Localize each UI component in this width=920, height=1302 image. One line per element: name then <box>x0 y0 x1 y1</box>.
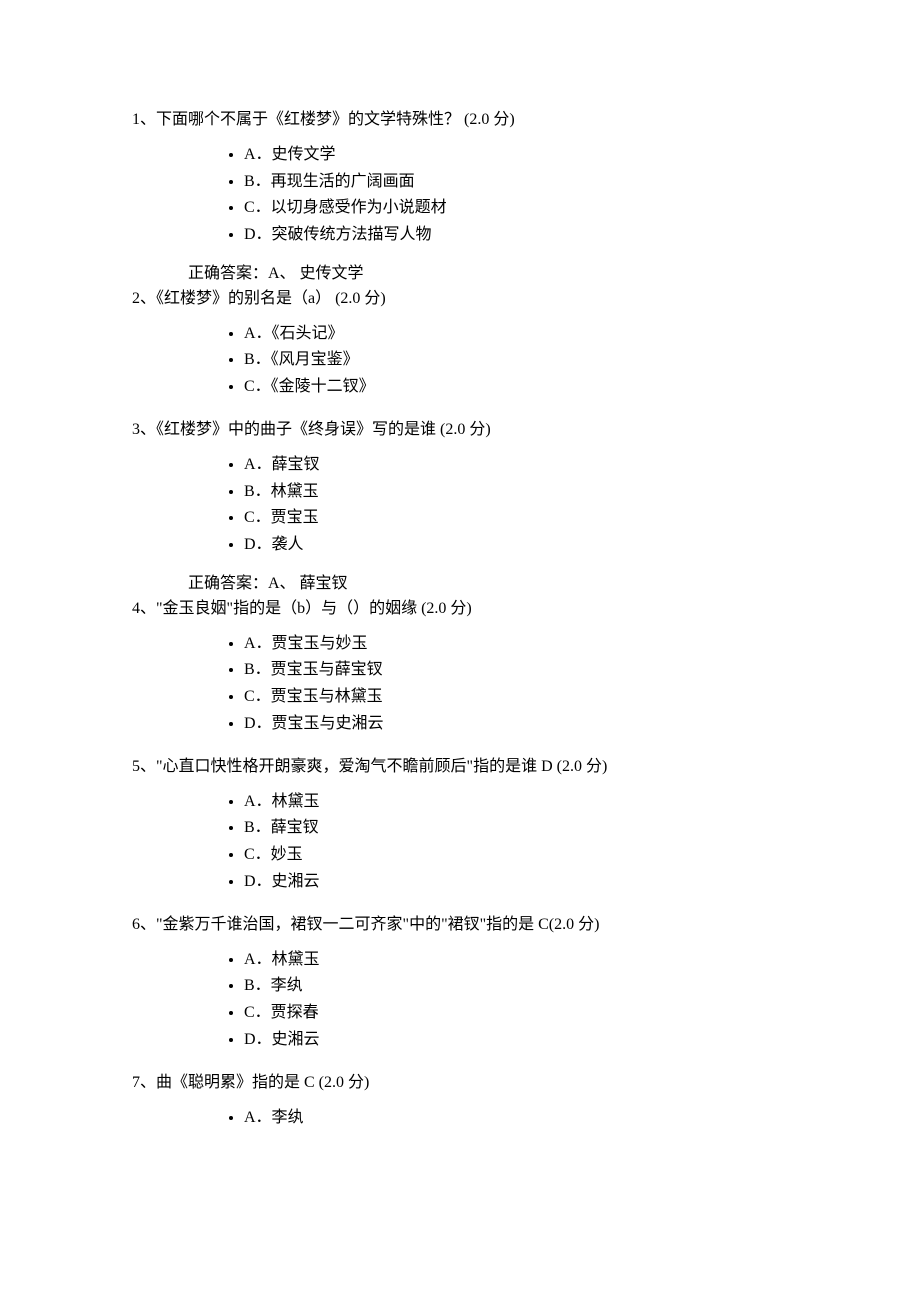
question-stem: 4、"金玉良姻"指的是（b）与（）的姻缘 (2.0 分) <box>132 597 920 622</box>
option: C．《金陵十二钗》 <box>244 375 920 400</box>
question-4: 4、"金玉良姻"指的是（b）与（）的姻缘 (2.0 分) A．贾宝玉与妙玉 B．… <box>132 597 920 737</box>
answer: 正确答案：A、 薛宝钗 <box>188 572 920 597</box>
option-list: A．薛宝钗 B．林黛玉 C．贾宝玉 D．袭人 <box>132 453 920 558</box>
option-list: A．《石头记》 B．《风月宝鉴》 C．《金陵十二钗》 <box>132 322 920 400</box>
question-stem: 3、《红楼梦》中的曲子《终身误》写的是谁 (2.0 分) <box>132 418 920 443</box>
question-stem: 5、"心直口快性格开朗豪爽，爱淘气不瞻前顾后"指的是谁 D (2.0 分) <box>132 755 920 780</box>
option: C．贾宝玉与林黛玉 <box>244 685 920 710</box>
answer: 正确答案：A、 史传文学 <box>188 262 920 287</box>
option-list: A．林黛玉 B．李纨 C．贾探春 D．史湘云 <box>132 948 920 1053</box>
option: D．袭人 <box>244 533 920 558</box>
question-stem: 1、下面哪个不属于《红楼梦》的文学特殊性？ (2.0 分) <box>132 108 920 133</box>
option: A．林黛玉 <box>244 790 920 815</box>
question-stem: 6、"金紫万千谁治国，裙钗一二可齐家"中的"裙钗"指的是 C(2.0 分) <box>132 913 920 938</box>
option: A．薛宝钗 <box>244 453 920 478</box>
option: C．妙玉 <box>244 843 920 868</box>
question-5: 5、"心直口快性格开朗豪爽，爱淘气不瞻前顾后"指的是谁 D (2.0 分) A．… <box>132 755 920 895</box>
option: A．李纨 <box>244 1106 920 1131</box>
option: C．贾探春 <box>244 1001 920 1026</box>
option: A．《石头记》 <box>244 322 920 347</box>
question-stem: 2、《红楼梦》的别名是（a） (2.0 分) <box>132 287 920 312</box>
option: B．贾宝玉与薛宝钗 <box>244 658 920 683</box>
option: D．贾宝玉与史湘云 <box>244 712 920 737</box>
option: B．《风月宝鉴》 <box>244 348 920 373</box>
option: B．薛宝钗 <box>244 816 920 841</box>
question-7: 7、曲《聪明累》指的是 C (2.0 分) A．李纨 <box>132 1071 920 1131</box>
option: C．以切身感受作为小说题材 <box>244 196 920 221</box>
question-stem: 7、曲《聪明累》指的是 C (2.0 分) <box>132 1071 920 1096</box>
question-1: 1、下面哪个不属于《红楼梦》的文学特殊性？ (2.0 分) A．史传文学 B．再… <box>132 108 920 287</box>
option: A．贾宝玉与妙玉 <box>244 632 920 657</box>
option-list: A．林黛玉 B．薛宝钗 C．妙玉 D．史湘云 <box>132 790 920 895</box>
option: A．林黛玉 <box>244 948 920 973</box>
question-6: 6、"金紫万千谁治国，裙钗一二可齐家"中的"裙钗"指的是 C(2.0 分) A．… <box>132 913 920 1053</box>
option-list: A．史传文学 B．再现生活的广阔画面 C．以切身感受作为小说题材 D．突破传统方… <box>132 143 920 248</box>
question-3: 3、《红楼梦》中的曲子《终身误》写的是谁 (2.0 分) A．薛宝钗 B．林黛玉… <box>132 418 920 597</box>
option: B．李纨 <box>244 974 920 999</box>
question-2: 2、《红楼梦》的别名是（a） (2.0 分) A．《石头记》 B．《风月宝鉴》 … <box>132 287 920 400</box>
option: D．突破传统方法描写人物 <box>244 223 920 248</box>
option-list: A．贾宝玉与妙玉 B．贾宝玉与薛宝钗 C．贾宝玉与林黛玉 D．贾宝玉与史湘云 <box>132 632 920 737</box>
option: B．再现生活的广阔画面 <box>244 170 920 195</box>
option: D．史湘云 <box>244 870 920 895</box>
option: D．史湘云 <box>244 1028 920 1053</box>
option: C．贾宝玉 <box>244 506 920 531</box>
page: 1、下面哪个不属于《红楼梦》的文学特殊性？ (2.0 分) A．史传文学 B．再… <box>0 0 920 1302</box>
option: A．史传文学 <box>244 143 920 168</box>
option: B．林黛玉 <box>244 480 920 505</box>
option-list: A．李纨 <box>132 1106 920 1131</box>
